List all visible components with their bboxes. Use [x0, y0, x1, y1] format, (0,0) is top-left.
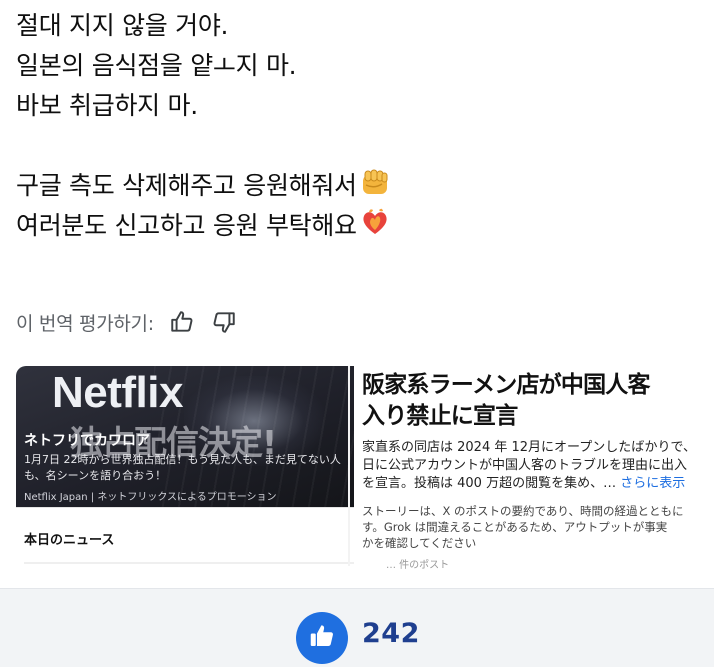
news-title-line: 阪家系ラーメン店が中国人客	[362, 372, 650, 398]
promo-banner[interactable]: 独占配信決定! Netflix ネトフリでカワロア 1月7日 22時から世界独占…	[16, 366, 354, 507]
news-title: 阪家系ラーメン店が中国人客 入り禁止に宣言	[362, 370, 714, 432]
post-line-text: 여러분도 신고하고 응원 부탁해요	[16, 211, 357, 240]
like-button[interactable]	[296, 612, 348, 664]
disclaimer-line: かを確認してください	[362, 536, 477, 550]
thumbs-up-icon[interactable]	[168, 308, 196, 336]
post-line: 일본의 음식점을 얕ㅗ지 마.	[16, 51, 297, 80]
news-summary-line: 日に公式アカウントが中国人客のトラブルを理由に出入	[362, 458, 688, 473]
news-title-line: 入り禁止に宣言	[362, 403, 518, 429]
promo-source: Netflix Japan | ネットフリックスによるプロモーション	[24, 492, 277, 503]
post-line: 절대 지지 않을 거야.	[16, 11, 229, 40]
promo-tagline: ネトフリでカワロア	[24, 433, 150, 449]
promo-card[interactable]: 独占配信決定! Netflix ネトフリでカワロア 1月7日 22時から世界独占…	[16, 366, 354, 566]
rate-translation-label: 이 번역 평가하기:	[16, 312, 154, 335]
news-footer: … 件のポスト	[386, 560, 450, 570]
post-line-text: 구글 측도 삭제해주고 응원해줘서	[16, 171, 357, 200]
news-summary-line: を宣言。投稿は 400 万超の閲覧を集め、… さらに表示	[362, 475, 714, 493]
todays-news-header[interactable]: 本日のニュース	[16, 507, 354, 566]
translation-rating: 이 번역 평가하기:	[16, 305, 238, 339]
news-summary-text: を宣言。投稿は 400 万超の閲覧を集め、…	[362, 476, 617, 491]
disclaimer-line: ストーリーは、X のポストの要約であり、時間の経過とともに	[362, 504, 684, 518]
promo-description: 1月7日 22時から世界独占配信！もう見た人も、まだ見てない人も、名シーンを語り…	[24, 453, 341, 482]
promo-logo: Netflix	[52, 368, 183, 417]
show-more-link[interactable]: さらに表示	[620, 476, 685, 491]
like-bar: 242	[0, 588, 714, 667]
fist-emoji	[360, 169, 390, 209]
post-line: 바보 취급하지 마.	[16, 91, 198, 120]
like-count: 242	[362, 618, 420, 649]
thumbs-up-icon	[307, 621, 337, 655]
post-line: 여러분도 신고하고 응원 부탁해요	[16, 206, 706, 246]
todays-news-label: 本日のニュース	[24, 533, 115, 548]
news-summary: 家直系の同店は 2024 年 12月にオープンしたばかりで、 日に公式アカウント…	[362, 439, 714, 493]
news-summary-line: 家直系の同店は 2024 年 12月にオープンしたばかりで、	[362, 440, 696, 455]
divider	[24, 562, 354, 564]
post-line: 구글 측도 삭제해주고 응원해줘서	[16, 166, 706, 206]
divider	[348, 366, 350, 566]
post-body: 절대 지지 않을 거야. 일본의 음식점을 얕ㅗ지 마. 바보 취급하지 마. …	[16, 6, 706, 246]
disclaimer-line: す。Grok は間違えることがあるため、アウトプットが事実	[362, 520, 668, 534]
news-card[interactable]: 阪家系ラーメン店が中国人客 入り禁止に宣言 家直系の同店は 2024 年 12月…	[356, 366, 714, 570]
burning-heart-emoji	[360, 207, 390, 249]
thumbs-down-icon[interactable]	[210, 308, 238, 336]
grok-disclaimer: ストーリーは、X のポストの要約であり、時間の経過とともに す。Grok は間違…	[362, 503, 714, 551]
